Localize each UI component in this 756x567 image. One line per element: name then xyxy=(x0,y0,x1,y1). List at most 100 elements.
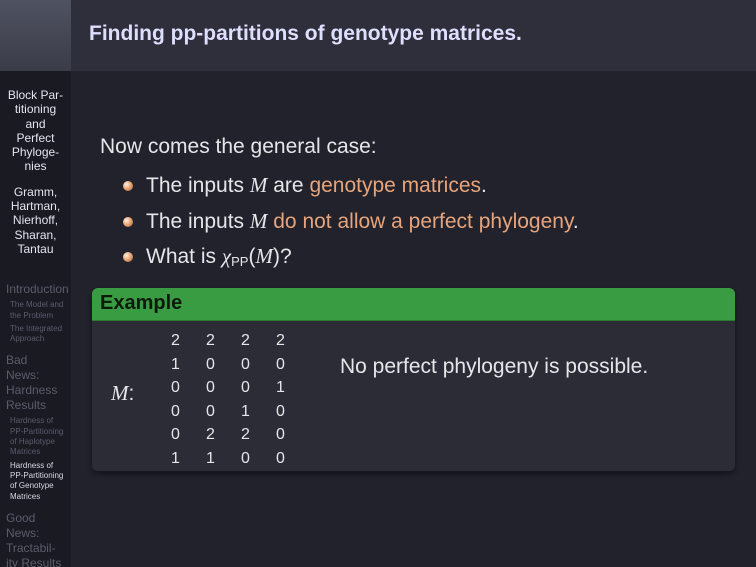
matrix-cell: 1 xyxy=(241,402,250,420)
title-line: titioning xyxy=(14,102,57,117)
navigation-sidebar: Block Par- titioning and Perfect Phyloge… xyxy=(0,71,71,567)
text: What is xyxy=(146,245,222,268)
matrix-row: 0 0 1 0 xyxy=(158,400,298,424)
math-variable: M xyxy=(255,244,273,268)
matrix-row: 1 1 0 0 xyxy=(158,447,298,471)
author-line: Tantau xyxy=(17,241,54,256)
text: The inputs xyxy=(146,209,250,233)
matrix-row: 2 2 2 2 xyxy=(158,329,298,353)
nav-subsection-haplotype-hardness[interactable]: Hardness of PP-Partitioning of Haplotype… xyxy=(0,416,71,457)
author-line: Gramm, xyxy=(13,184,58,199)
bullet-ball-icon xyxy=(123,216,133,227)
nav-line: Hardness xyxy=(6,383,58,398)
nav-line: Good xyxy=(6,510,36,525)
matrix-cell: 1 xyxy=(276,379,285,396)
highlight-text: do not allow a perfect phylogeny xyxy=(273,209,573,233)
example-block-body: M: 2 2 2 2 1 0 0 0 0 0 0 1 0 0 1 0 0 2 2 0 1 1 0 0 No perfect p… xyxy=(92,321,735,471)
matrix-cell: 1 xyxy=(171,355,180,373)
bullet-list: The inputs M are genotype matrices. The … xyxy=(121,168,579,280)
matrix-cell: 0 xyxy=(276,402,285,420)
text: The inputs xyxy=(146,174,250,197)
matrix-cell: 0 xyxy=(171,379,180,396)
matrix-cell: 0 xyxy=(206,402,215,420)
matrix-cell: 0 xyxy=(241,449,250,467)
matrix-cell: 0 xyxy=(276,426,285,443)
example-title: Example xyxy=(100,292,183,314)
nav-section-good-news[interactable]: Good News: Tractabil- ity Results xyxy=(0,511,71,567)
text: . xyxy=(572,209,579,233)
bullet-item: The inputs M do not allow a perfect phyl… xyxy=(121,204,579,240)
chi-symbol: χ xyxy=(221,244,232,268)
nav-line: Hardness of xyxy=(10,460,54,470)
nav-line: The Model and xyxy=(10,300,64,310)
nav-line: PP-Partitioning xyxy=(10,470,64,480)
author-line: Nierhoff, xyxy=(12,213,59,228)
presentation-authors: Gramm, Hartman, Nierhoff, Sharan, Tantau xyxy=(0,185,71,256)
matrix-cell: 2 xyxy=(241,426,250,443)
text: . xyxy=(481,174,487,197)
intro-text: Now comes the general case: xyxy=(100,135,377,158)
nav-line: The Integrated xyxy=(10,323,63,333)
matrix-cell: 0 xyxy=(171,426,180,443)
bullet-ball-icon xyxy=(123,181,133,191)
example-block: Example M: 2 2 2 2 1 0 0 0 0 0 0 1 0 0 1 0 0 2 2 0 1 1 0 0 No p… xyxy=(92,288,735,471)
math-variable: M xyxy=(249,173,268,197)
subscript-pp: PP xyxy=(231,254,249,269)
nav-line: Matrices xyxy=(10,447,41,457)
bullet-ball-icon xyxy=(123,252,133,262)
example-block-header: Example xyxy=(92,288,735,321)
nav-subsection-integrated-approach[interactable]: The Integrated Approach xyxy=(0,324,71,345)
title-line: Perfect xyxy=(16,130,55,145)
nav-subsection-genotype-hardness[interactable]: Hardness of PP-Partitioning of Genotype … xyxy=(0,461,71,502)
nav-section-introduction[interactable]: Introduction xyxy=(0,282,71,297)
nav-line: Matrices xyxy=(10,491,41,501)
nav-section-bad-news[interactable]: Bad News: Hardness Results xyxy=(0,353,71,413)
matrix-cell: 2 xyxy=(171,332,180,349)
matrix-cell: 2 xyxy=(206,426,215,443)
matrix-cell: 0 xyxy=(276,355,285,373)
matrix-cell: 0 xyxy=(276,449,285,467)
nav-line: Hardness of xyxy=(10,416,54,426)
nav-line: Approach xyxy=(10,334,45,344)
matrix-row: 0 0 0 1 xyxy=(158,376,298,400)
nav-line: Tractabil- xyxy=(6,540,56,555)
nav-line: Results xyxy=(6,398,47,413)
frame-header: Finding pp-partitions of genotype matric… xyxy=(71,0,756,71)
nav-line: PP-Partitioning xyxy=(10,426,64,436)
matrix-cell: 0 xyxy=(206,379,215,396)
nav-line: the Problem xyxy=(10,310,54,320)
matrix-cell: 0 xyxy=(241,355,250,373)
presentation-title[interactable]: Block Par- titioning and Perfect Phyloge… xyxy=(0,88,71,174)
matrix-cell: 2 xyxy=(276,332,285,349)
bullet-item: What is χPP(M)? xyxy=(121,239,579,280)
text: are xyxy=(267,174,310,197)
nav-line: News: xyxy=(6,525,40,540)
matrix-label: M: xyxy=(111,381,134,406)
matrix-cell: 2 xyxy=(241,332,250,349)
corner-logo-area xyxy=(0,0,71,71)
matrix-cell: 2 xyxy=(206,332,215,349)
matrix-cell: 1 xyxy=(171,449,180,467)
nav-subsection-model-problem[interactable]: The Model and the Problem xyxy=(0,300,71,321)
nav-line: ity Results xyxy=(6,555,62,567)
title-line: and xyxy=(25,116,46,131)
nav-line: Bad xyxy=(6,353,28,368)
title-line: Block Par- xyxy=(7,88,64,102)
matrix-cell: 0 xyxy=(241,379,250,396)
frame-title: Finding pp-partitions of genotype matric… xyxy=(89,22,522,45)
slide-content: Now comes the general case: The inputs M… xyxy=(71,71,756,567)
text: )? xyxy=(272,245,292,268)
genotype-matrix: 2 2 2 2 1 0 0 0 0 0 0 1 0 0 1 0 0 2 2 0 1 1 0 0 xyxy=(158,329,298,470)
highlight-text: genotype matrices xyxy=(309,174,482,197)
author-line: Sharan, xyxy=(14,227,57,242)
title-line: nies xyxy=(24,159,47,174)
matrix-row: 0 2 2 0 xyxy=(158,423,298,447)
example-note: No perfect phylogeny is possible. xyxy=(340,355,649,378)
matrix-row: 1 0 0 0 xyxy=(158,353,298,377)
math-variable: M xyxy=(249,208,268,233)
matrix-cell: 0 xyxy=(206,355,215,373)
bullet-item: The inputs M are genotype matrices. xyxy=(121,168,579,204)
title-line: Phyloge- xyxy=(11,145,60,160)
nav-line: of Haplotype xyxy=(10,437,55,447)
author-line: Hartman, xyxy=(10,199,61,214)
